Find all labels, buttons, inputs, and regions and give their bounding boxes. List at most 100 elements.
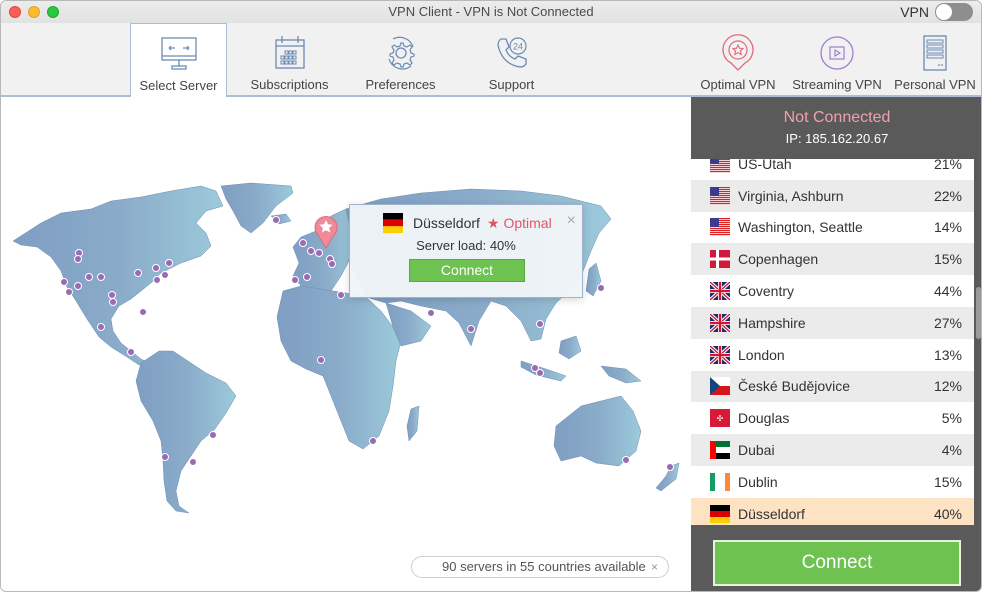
us-flag-icon [710,159,730,173]
optimal-badge: ★ Optimal [487,215,552,231]
server-panel: Not Connected IP: 185.162.20.67 US-Utah 2… [691,97,981,591]
server-load: 15% [933,251,962,268]
server-load: 27% [933,314,962,331]
tab-label: Select Server [139,78,218,93]
minimize-window-button[interactable] [28,6,40,18]
server-list-scrollbar[interactable] [976,287,981,339]
monitor-arrows-icon [160,37,197,70]
north-america [12,185,224,366]
server-load: 44% [933,283,962,300]
server-load: 13% [933,346,962,363]
toolbar: Select Server Subscriptions Preferences … [1,23,981,99]
server-load: 22% [933,187,962,204]
us-flag-icon [710,186,730,205]
server-name: Düsseldorf [738,505,805,522]
window-title: VPN Client - VPN is Not Connected [388,4,594,19]
server-name: České Budějovice [738,378,851,395]
vpn-toggle-switch[interactable] [935,3,973,21]
server-name: Virginia, Ashburn [738,187,844,204]
ie-flag-icon [710,472,730,491]
personal-vpn-button[interactable]: Personal VPN [892,23,978,97]
streaming-vpn-button[interactable]: Streaming VPN [791,23,883,97]
servers-available-pill: 90 servers in 55 countries available × [411,556,669,578]
server-name: Dublin [738,473,778,490]
server-load: 4% [941,442,962,459]
servers-available-text: 90 servers in 55 countries available [442,559,646,574]
toggle-knob [936,4,952,20]
server-row[interactable]: Copenhagen 15% [691,243,974,276]
server-name: Copenhagen [738,251,819,268]
server-name: Washington, Seattle [738,219,863,236]
server-row[interactable]: Dublin 15% [691,465,974,498]
greenland [220,182,294,234]
dk-flag-icon [710,250,730,269]
connection-status: Not Connected IP: 185.162.20.67 [691,97,981,159]
server-name: London [738,346,785,363]
germany-flag-icon [383,213,403,233]
ae-flag-icon [710,441,730,460]
server-load: 21% [933,159,962,172]
selected-location-pin[interactable] [313,213,339,249]
indonesia [520,360,567,382]
server-row[interactable]: Coventry 44% [691,275,974,307]
server-load: 12% [933,378,962,395]
svg-text:✣: ✣ [717,414,724,423]
server-load: 14% [933,219,962,236]
calendar-icon [274,36,305,69]
maximize-window-button[interactable] [47,6,59,18]
play-circle-icon [820,36,854,70]
server-icon [923,35,947,71]
server-row[interactable]: Dubai 4% [691,434,974,466]
borneo [558,335,582,360]
gb-flag-icon [710,345,730,364]
svg-text:24: 24 [512,42,522,52]
server-row[interactable]: Hampshire 27% [691,306,974,339]
de-flag-icon [710,504,730,523]
tab-label: Preferences [365,77,436,92]
server-list[interactable]: US-Utah 21% Virginia, Ashburn 22% Washington… [691,159,974,525]
close-window-button[interactable] [9,6,21,18]
tab-label: Subscriptions [250,77,329,92]
server-row[interactable]: Washington, Seattle 14% [691,211,974,244]
tab-label: Support [488,77,535,92]
server-name: Douglas [738,410,790,427]
world-map[interactable]: Düsseldorf ★ Optimal × Server load: 40% … [1,97,691,591]
dismiss-pill-button[interactable]: × [651,557,658,577]
vpn-toggle-label: VPN [900,4,929,20]
tool-label: Optimal VPN [700,77,776,92]
server-row[interactable]: London 13% [691,338,974,371]
tab-subscriptions[interactable]: Subscriptions [241,23,338,97]
server-row[interactable]: Düsseldorf 40% [691,497,974,525]
australia [553,395,642,467]
tab-select-server[interactable]: Select Server [130,23,227,99]
server-load: 15% [933,473,962,490]
popup-close-button[interactable]: × [567,212,576,230]
server-name: Hampshire [738,314,806,331]
tool-label: Personal VPN [894,77,976,92]
new-guinea [600,365,642,384]
server-row[interactable]: US-Utah 21% [691,159,974,180]
server-name: Coventry [738,283,795,300]
ip-address: IP: 185.162.20.67 [785,131,889,146]
gb-flag-icon [710,313,730,332]
world-map-svg [12,182,680,514]
server-row[interactable]: České Budějovice 12% [691,370,974,403]
optimal-vpn-button[interactable]: Optimal VPN [698,23,778,97]
tab-support[interactable]: 24 Support [463,23,560,97]
africa [276,285,402,450]
tool-label: Streaming VPN [792,77,882,92]
connect-button[interactable]: Connect [713,540,961,586]
server-name: Dubai [738,442,775,459]
server-load: 40% [933,505,962,522]
title-bar: VPN Client - VPN is Not Connected VPN [1,1,981,23]
server-popup: Düsseldorf ★ Optimal × Server load: 40% … [349,204,583,298]
tab-preferences[interactable]: Preferences [352,23,449,97]
popup-city: Düsseldorf [413,215,480,231]
server-row[interactable]: ✣ Douglas 5% [691,402,974,435]
location-star-icon [722,34,754,71]
popup-connect-button[interactable]: Connect [409,259,525,282]
south-america [135,350,237,514]
server-row[interactable]: Virginia, Ashburn 22% [691,179,974,212]
gear-refresh-icon [387,36,415,70]
server-load-text: Server load: 40% [416,238,516,253]
